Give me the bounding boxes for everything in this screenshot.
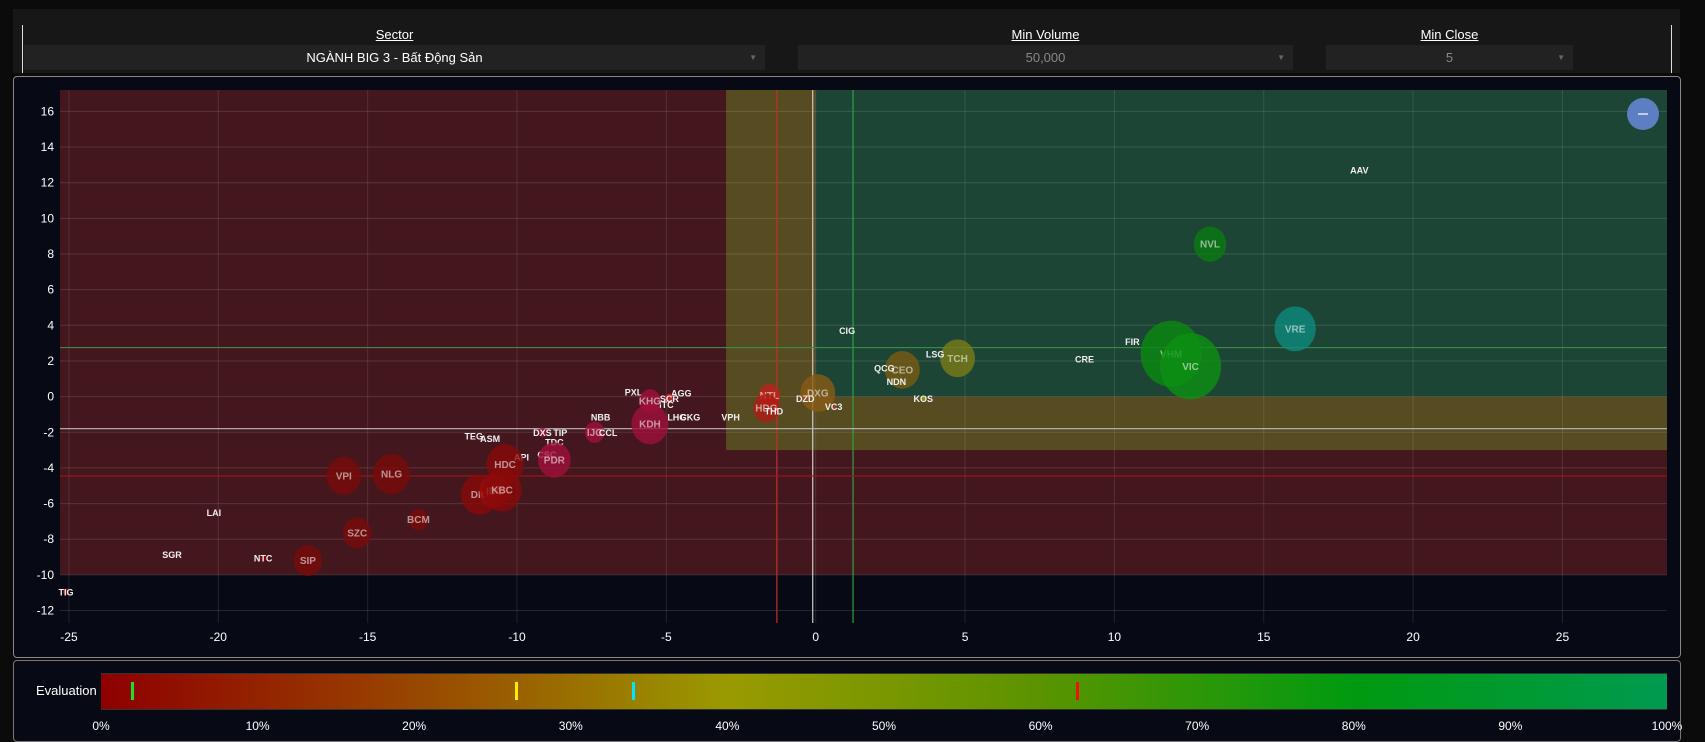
x-tick-label: 25 xyxy=(1556,630,1570,644)
evaluation-tick-label: 60% xyxy=(1028,719,1053,733)
point-label: DZD xyxy=(796,394,815,404)
evaluation-tick-label: 10% xyxy=(245,719,270,733)
point-label: SIP xyxy=(300,556,316,567)
evaluation-marker xyxy=(1075,682,1079,700)
evaluation-tick-label: 90% xyxy=(1498,719,1523,733)
point-label: NVL xyxy=(1200,240,1220,251)
evaluation-tick-label: 50% xyxy=(871,719,897,733)
point-label: KOS xyxy=(913,394,933,404)
chevron-down-icon: ▼ xyxy=(1277,53,1285,62)
x-tick-label: 0 xyxy=(812,630,819,644)
point-label: VPI xyxy=(336,471,352,482)
y-tick-label: -2 xyxy=(43,425,54,439)
point-label: QCG xyxy=(874,364,895,374)
x-tick-label: 5 xyxy=(962,630,969,644)
evaluation-label: Evaluation xyxy=(36,683,97,698)
y-tick-label: 2 xyxy=(47,354,54,368)
chevron-down-icon: ▼ xyxy=(1557,53,1565,62)
evaluation-marker xyxy=(131,682,135,700)
min-close-select[interactable]: 5 ▼ xyxy=(1326,45,1573,70)
chevron-down-icon: ▼ xyxy=(749,53,757,62)
point-label: VC3 xyxy=(825,402,843,412)
point-label: NBB xyxy=(591,413,611,423)
point-label: CEO xyxy=(891,365,913,376)
evaluation-tick-label: 20% xyxy=(402,719,427,733)
point-label: ASM xyxy=(480,434,500,444)
evaluation-tick-label: 100% xyxy=(1651,719,1683,733)
sector-select[interactable]: NGÀNH BIG 3 - Bất Động Sản ▼ xyxy=(24,45,765,70)
evaluation-tick-label: 70% xyxy=(1185,719,1210,733)
y-tick-label: 6 xyxy=(47,283,54,297)
evaluation-tick-label: 0% xyxy=(92,719,110,733)
y-tick-label: 14 xyxy=(41,140,55,154)
divider xyxy=(22,25,23,73)
min-volume-select[interactable]: 50,000 ▼ xyxy=(798,45,1293,70)
x-tick-label: 10 xyxy=(1108,630,1122,644)
point-label: CRE xyxy=(1075,355,1094,365)
point-label: SGR xyxy=(162,550,182,560)
point-label: SZC xyxy=(347,528,367,539)
min-close-label: Min Close xyxy=(1420,27,1479,42)
point-label: CKG xyxy=(680,413,700,423)
y-tick-label: 12 xyxy=(41,176,55,190)
point-label: LAI xyxy=(207,508,222,518)
evaluation-marker xyxy=(514,682,518,700)
point-label: CCL xyxy=(599,428,618,438)
sector-value: NGÀNH BIG 3 - Bất Động Sản xyxy=(306,50,483,65)
y-tick-label: -4 xyxy=(43,461,54,475)
evaluation-tick-label: 30% xyxy=(558,719,583,733)
point-label: VIC xyxy=(1182,362,1199,373)
y-tick-label: -12 xyxy=(37,604,55,618)
y-tick-label: 10 xyxy=(41,211,55,225)
evaluation-marker xyxy=(632,682,636,700)
point-label: PDR xyxy=(544,455,566,466)
point-label: TIP xyxy=(553,428,567,438)
x-tick-label: 15 xyxy=(1257,630,1271,644)
point-label: HDC xyxy=(494,460,516,471)
point-label: NDN xyxy=(887,377,907,387)
x-tick-label: -10 xyxy=(508,630,526,644)
point-label: THD xyxy=(765,406,784,416)
point-label: VRE xyxy=(1285,324,1306,335)
zone-neutral xyxy=(815,396,1667,451)
point-label: LSG xyxy=(926,349,945,359)
evaluation-panel: Evaluation 0% 10% 20% 30% 40% 50% 60% 70% 80% 90%… xyxy=(13,660,1683,742)
min-close-value: 5 xyxy=(1445,50,1454,65)
y-tick-label: -10 xyxy=(37,568,55,582)
point-label: FIR xyxy=(1125,337,1140,347)
sector-label: Sector xyxy=(375,27,414,42)
y-tick-label: 16 xyxy=(41,104,55,118)
y-tick-label: 0 xyxy=(47,390,54,404)
point-label: VPH xyxy=(721,413,740,423)
y-tick-label: -8 xyxy=(43,532,54,546)
point-label: KDH xyxy=(639,420,661,431)
scatter-chart[interactable]: -25 -20 -15 -10 -5 0 5 10 15 20 25-12-10-8-6-4-202… xyxy=(14,77,1680,657)
point-label: AAV xyxy=(1350,166,1368,176)
point-label: TCH xyxy=(947,354,968,365)
divider xyxy=(1671,25,1672,73)
evaluation-tick-label: 80% xyxy=(1341,719,1366,733)
y-tick-label: 4 xyxy=(47,318,54,332)
evaluation-tick-label: 40% xyxy=(715,719,740,733)
y-tick-label: -6 xyxy=(43,497,54,511)
x-tick-label: -25 xyxy=(60,630,78,644)
point-label: DXS xyxy=(533,428,552,438)
point-label: TIG xyxy=(58,587,73,597)
filter-bar: Sector NGÀNH BIG 3 - Bất Động Sản ▼ Min … xyxy=(13,9,1680,73)
y-tick-label: 8 xyxy=(47,247,54,261)
x-tick-label: -5 xyxy=(661,630,672,644)
chart-panel: -25 -20 -15 -10 -5 0 5 10 15 20 25 -12 -10 -8 -6 -4 -2 0 2… xyxy=(13,76,1681,658)
x-tick-label: -20 xyxy=(210,630,228,644)
evaluation-gradient-bar xyxy=(101,673,1667,710)
x-tick-label: 20 xyxy=(1406,630,1420,644)
point-label: BCM xyxy=(407,515,430,526)
min-volume-value: 50,000 xyxy=(1025,50,1066,65)
x-tick-label: -15 xyxy=(359,630,377,644)
min-volume-label: Min Volume xyxy=(1011,27,1080,42)
point-label: NLG xyxy=(381,470,402,481)
point-label: NTC xyxy=(254,553,273,563)
point-label: CIG xyxy=(839,326,855,336)
point-label: KBC xyxy=(491,486,513,497)
